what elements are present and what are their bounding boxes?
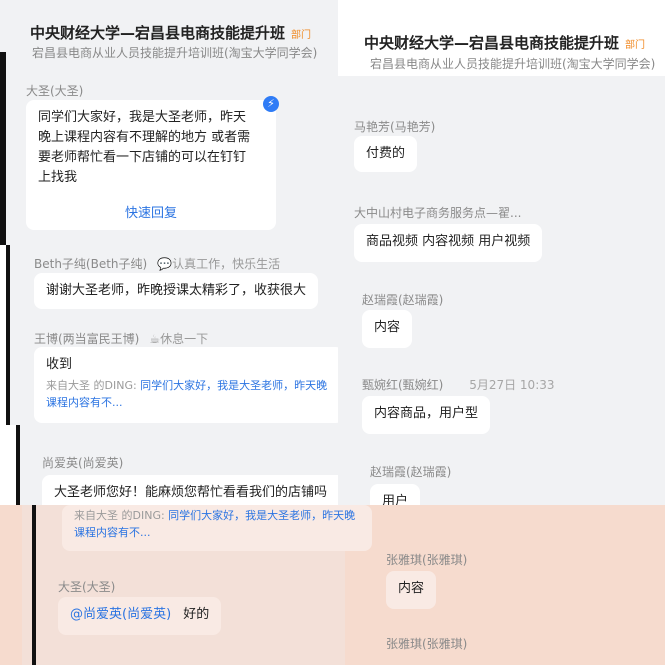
message-bubble-reply[interactable]: 收到 来自大圣 的DING: 同学们大家好，我是大圣老师，昨天晚 课程内容有不.… (34, 347, 338, 423)
left-chat-middle-panel: Beth子纯(Beth子纯) 💬认真工作，快乐生活 谢谢大圣老师，昨晚授课太精彩了… (6, 245, 338, 425)
message-sender[interactable]: 大中山村电子商务服务点—翟... (354, 204, 521, 221)
message-line: 同学们大家好，我是大圣老师，昨天 (38, 110, 247, 125)
message-sender[interactable]: Beth子纯(Beth子纯) 💬认真工作，快乐生活 (34, 255, 280, 272)
message-bubble-ding[interactable]: 同学们大家好，我是大圣老师，昨天 晚上课程内容有不理解的地方 或者需 要老师帮忙… (26, 100, 276, 230)
message-sender[interactable]: 赵瑞霞(赵瑞霞) (362, 291, 443, 308)
right-chat-panel: 中央财经大学—宕昌县电商技能提升班 部门 宕昌县电商从业人员技能提升培训班(淘宝大… (338, 18, 665, 505)
message-line: 要老师帮忙看一下店铺的可以在钉钉 (38, 150, 247, 165)
message-sender[interactable]: 马艳芳(马艳芳) (354, 118, 435, 135)
left-chat-top-panel: 中央财经大学—宕昌县电商技能提升班 部门 宕昌县电商从业人员技能提升培训班(淘宝大… (0, 0, 338, 245)
message-bubble[interactable]: 用户 (370, 484, 421, 505)
message-sender[interactable]: 甄婉红(甄婉红) 5月27日 10:33 (362, 376, 555, 393)
message-sender[interactable]: 尚爱英(尚爱英) (42, 454, 123, 471)
left-edge-bar (6, 245, 10, 425)
left-chat-lower-panel: 尚爱英(尚爱英) 大圣老师您好！能麻烦您帮忙看看我们的店铺吗 (16, 425, 338, 515)
quoted-ding-more: 课程内容有不... (74, 526, 151, 539)
message-bubble[interactable]: 内容 (362, 310, 413, 348)
quoted-ding[interactable]: 来自大圣 的DING: 同学们大家好，我是大圣老师，昨天晚 (46, 377, 332, 394)
message-sender[interactable]: 大圣(大圣) (58, 578, 115, 595)
message-bubble[interactable]: @尚爱英(尚爱英) 好的 (58, 597, 222, 635)
group-title-left[interactable]: 中央财经大学—宕昌县电商技能提升班 部门 (30, 22, 311, 43)
message-line: 晚上课程内容有不理解的地方 或者需 (38, 130, 251, 145)
department-tag: 部门 (291, 30, 312, 41)
signature-status: 💬认真工作，快乐生活 (157, 257, 281, 271)
left-edge-bar (32, 505, 36, 665)
department-tag: 部门 (625, 40, 646, 51)
quoted-ding[interactable]: 来自大圣 的DING: 同学们大家好，我是大圣老师，昨天晚 (74, 507, 360, 524)
message-bubble[interactable]: 商品视频 内容视频 用户视频 (354, 224, 543, 262)
group-subtitle-right: 宕昌县电商从业人员技能提升培训班(淘宝大学同学会) (370, 57, 656, 71)
message-bubble[interactable]: 内容商品，用户型 (362, 396, 491, 434)
left-edge-bar (16, 425, 20, 515)
message-time: 5月27日 10:33 (469, 378, 555, 392)
ding-icon: ⚡ (263, 96, 279, 112)
group-subtitle-left: 宕昌县电商从业人员技能提升培训班(淘宝大学同学会) (32, 46, 318, 60)
message-line: 上找我 (38, 170, 78, 185)
message-bubble-quote[interactable]: 来自大圣 的DING: 同学们大家好，我是大圣老师，昨天晚 课程内容有不... (62, 505, 372, 551)
left-header: 中央财经大学—宕昌县电商技能提升班 部门 宕昌县电商从业人员技能提升培训班(淘宝大… (0, 0, 338, 74)
quoted-ding-more: 课程内容有不... (46, 396, 123, 409)
message-sender[interactable]: 王博(两当富民王博) ☕休息一下 (34, 330, 208, 347)
message-text: 收到 (46, 357, 73, 372)
right-header: 中央财经大学—宕昌县电商技能提升班 部门 宕昌县电商从业人员技能提升培训班(淘宝大… (338, 18, 665, 76)
message-sender[interactable]: 赵瑞霞(赵瑞霞) (370, 463, 451, 480)
quick-reply-button[interactable]: 快速回复 (26, 204, 276, 224)
message-bubble[interactable]: 内容 (386, 571, 437, 609)
message-bubble[interactable]: 谢谢大圣老师，昨晚授课太精彩了，收获很大 (34, 273, 319, 309)
signature-status: ☕休息一下 (149, 332, 209, 346)
message-sender[interactable]: 张雅琪(张雅琪) (386, 635, 467, 652)
message-text: 好的 (183, 607, 210, 622)
message-sender[interactable]: 张雅琪(张雅琪) (386, 551, 467, 568)
left-edge-bar (0, 52, 6, 245)
bottom-overlay-panel: 来自大圣 的DING: 同学们大家好，我是大圣老师，昨天晚 课程内容有不... … (0, 505, 665, 665)
group-title-right[interactable]: 中央财经大学—宕昌县电商技能提升班 部门 (364, 32, 645, 53)
message-bubble[interactable]: 付费的 (354, 136, 418, 172)
mention-link[interactable]: @尚爱英(尚爱英) (70, 607, 171, 622)
message-sender[interactable]: 大圣(大圣) (26, 82, 83, 99)
